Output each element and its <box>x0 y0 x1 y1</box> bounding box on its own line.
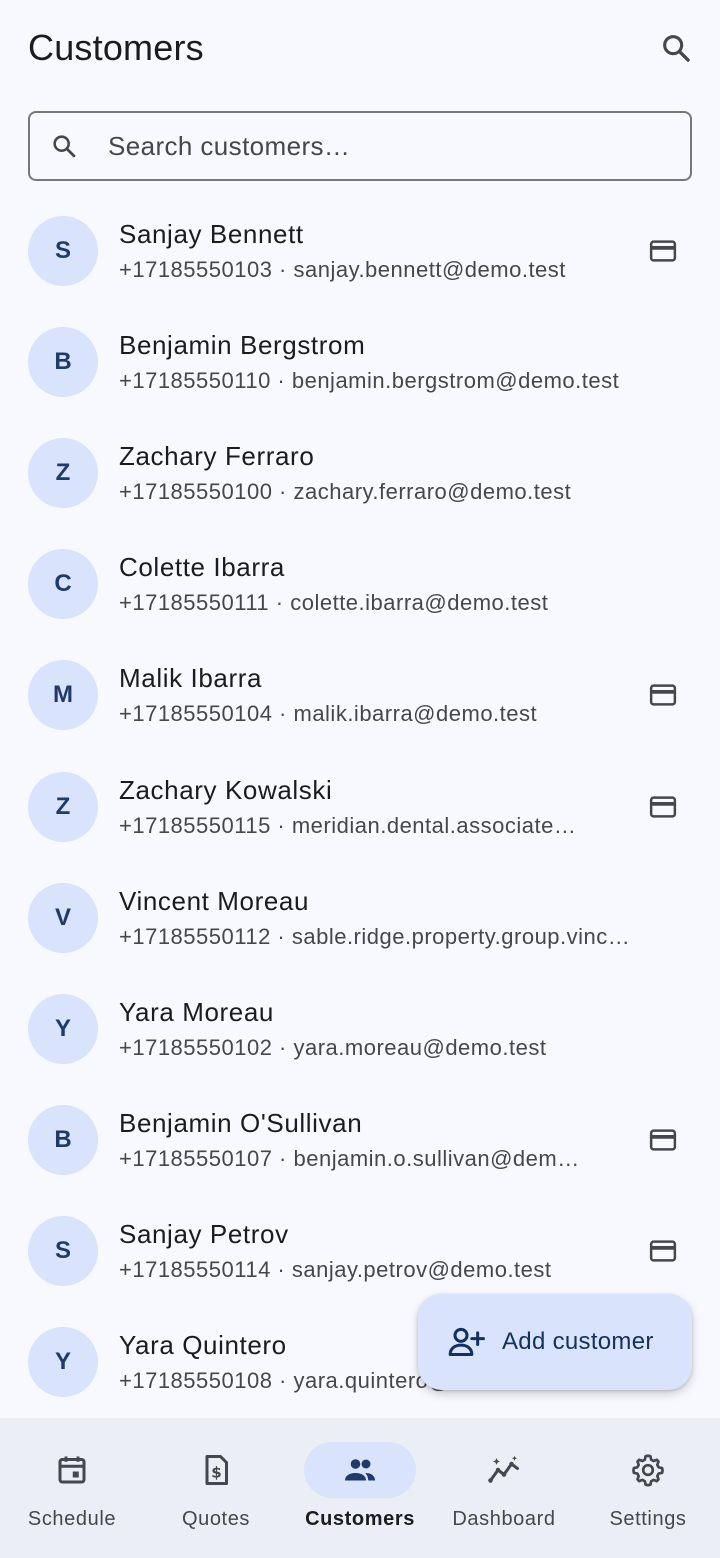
page-title: Customers <box>28 27 204 68</box>
customer-text: Sanjay Petrov +17185550114 · sanjay.petro… <box>119 1217 619 1285</box>
customer-text: Benjamin O'Sullivan +17185550107 · benjam… <box>119 1106 619 1174</box>
customer-row[interactable]: V Vincent Moreau +17185550112 · sable.ridg… <box>0 862 720 973</box>
nav-item-settings[interactable]: Settings <box>576 1418 720 1558</box>
add-customer-button[interactable]: Add customer <box>418 1294 692 1390</box>
customer-name: Sanjay Petrov <box>119 1219 289 1250</box>
avatar: Y <box>28 993 98 1064</box>
credit-card-icon <box>648 236 678 266</box>
customer-contact: +17185550100 · zachary.ferraro@demo.test <box>119 478 572 504</box>
avatar: S <box>28 215 98 286</box>
top-app-bar: Customers <box>0 0 720 96</box>
nav-label: Schedule <box>27 1508 117 1530</box>
avatar: B <box>28 1105 98 1176</box>
nav-item-dashboard[interactable]: Dashboard <box>432 1418 576 1558</box>
gear-icon <box>592 1442 704 1498</box>
search-icon <box>663 35 690 62</box>
person-add-icon <box>448 1327 485 1356</box>
add-customer-label: Add customer <box>502 1328 654 1355</box>
customer-contact: +17185550111 · colette.ibarra@demo.test <box>119 590 549 616</box>
customer-name: Zachary Ferraro <box>119 440 315 471</box>
nav-label: Quotes <box>181 1508 251 1530</box>
people-icon <box>304 1442 416 1498</box>
customer-name: Yara Moreau <box>119 996 274 1027</box>
insights-icon <box>448 1442 560 1498</box>
customer-row[interactable]: Y Yara Moreau +17185550102 · yara.moreau@d… <box>0 973 720 1084</box>
customer-row[interactable]: B Benjamin Bergstrom +17185550110 · benjam… <box>0 306 720 417</box>
nav-label: Settings <box>609 1508 687 1530</box>
avatar: M <box>28 660 98 731</box>
customer-contact: +17185550107 · benjamin.o.sullivan@dem… <box>119 1146 580 1172</box>
credit-card-icon <box>648 1236 678 1266</box>
customer-contact: +17185550114 · sanjay.petrov@demo.test <box>119 1257 552 1283</box>
customer-row[interactable]: S Sanjay Bennett +17185550103 · sanjay.ben… <box>0 195 720 306</box>
nav-label: Customers <box>305 1508 415 1530</box>
customer-row[interactable]: M Malik Ibarra +17185550104 · malik.ibarra… <box>0 640 720 751</box>
avatar: Y <box>28 1327 98 1398</box>
customer-text: Vincent Moreau +17185550112 · sable.ridge… <box>119 884 630 952</box>
customer-name: Benjamin O'Sullivan <box>119 1108 363 1139</box>
svg-text:$: $ <box>211 1464 221 1482</box>
bottom-navigation: Schedule $ Quotes Customers Dashboard Setting… <box>0 1418 720 1558</box>
customer-text: Zachary Kowalski +17185550115 · meridian.… <box>119 773 619 841</box>
customer-contact: +17185550112 · sable.ridge.property.grou… <box>119 923 631 949</box>
customer-contact: +17185550103 · sanjay.bennett@demo.test <box>119 256 566 282</box>
customer-contact: +17185550110 · benjamin.bergstrom@demo.t… <box>119 367 620 393</box>
customer-row[interactable]: Z Zachary Ferraro +17185550100 · zachary.f… <box>0 417 720 528</box>
nav-item-quotes[interactable]: $ Quotes <box>144 1418 288 1558</box>
avatar: Z <box>28 437 98 508</box>
customer-contact: +17185550102 · yara.moreau@demo.test <box>119 1034 547 1060</box>
customer-name: Sanjay Bennett <box>119 218 304 249</box>
search-field[interactable] <box>28 111 692 181</box>
customer-name: Vincent Moreau <box>119 885 310 916</box>
customer-row[interactable]: Z Zachary Kowalski +17185550115 · meridian… <box>0 751 720 862</box>
avatar: B <box>28 326 98 397</box>
avatar: V <box>28 882 98 953</box>
search-input[interactable] <box>108 130 668 162</box>
customer-row[interactable]: B Benjamin O'Sullivan +17185550107 · benja… <box>0 1085 720 1196</box>
customers-screen: Customers S Sanjay Bennett +17185550103 · … <box>0 0 720 1558</box>
customer-text: Colette Ibarra +17185550111 · colette.iba… <box>119 550 619 618</box>
avatar: S <box>28 1216 98 1287</box>
customer-text: Zachary Ferraro +17185550100 · zachary.fe… <box>119 439 619 507</box>
customer-name: Zachary Kowalski <box>119 774 333 805</box>
search-icon <box>53 135 76 158</box>
credit-card-icon <box>648 792 678 822</box>
avatar: Z <box>28 771 98 842</box>
customer-row[interactable]: S Sanjay Petrov +17185550114 · sanjay.petr… <box>0 1196 720 1307</box>
customer-text: Malik Ibarra +17185550104 · malik.ibarra@… <box>119 661 619 729</box>
nav-item-customers[interactable]: Customers <box>288 1418 432 1558</box>
customer-text: Yara Moreau +17185550102 · yara.moreau@de… <box>119 995 619 1063</box>
customer-contact: +17185550115 · meridian.dental.associate… <box>119 812 577 838</box>
customer-name: Malik Ibarra <box>119 663 263 694</box>
nav-item-schedule[interactable]: Schedule <box>0 1418 144 1558</box>
calendar-icon <box>16 1442 128 1498</box>
credit-card-icon <box>648 1125 678 1155</box>
receipt-dollar-icon: $ <box>160 1442 272 1498</box>
avatar: C <box>28 549 98 620</box>
customer-row[interactable]: C Colette Ibarra +17185550111 · colette.ib… <box>0 529 720 640</box>
credit-card-icon <box>648 680 678 710</box>
nav-label: Dashboard <box>452 1508 556 1530</box>
customer-text: Benjamin Bergstrom +17185550110 · benjami… <box>119 328 619 396</box>
customer-list: S Sanjay Bennett +17185550103 · sanjay.ben… <box>0 195 720 1418</box>
customer-contact: +17185550104 · malik.ibarra@demo.test <box>119 701 538 727</box>
customer-name: Benjamin Bergstrom <box>119 329 366 360</box>
customer-name: Colette Ibarra <box>119 552 285 583</box>
customer-text: Sanjay Bennett +17185550103 · sanjay.benn… <box>119 217 619 285</box>
search-button[interactable] <box>652 24 700 72</box>
